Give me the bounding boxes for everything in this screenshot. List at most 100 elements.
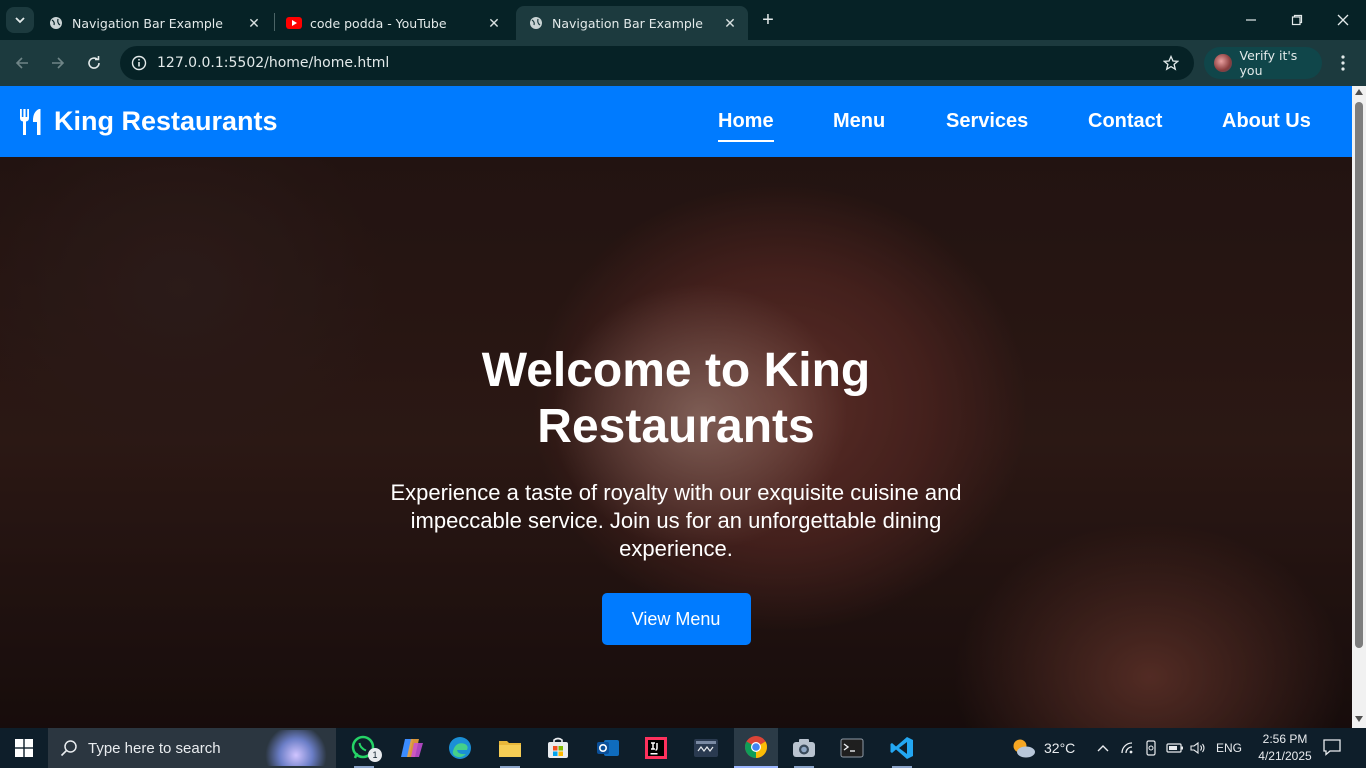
hero-title: Welcome to King Restaurants xyxy=(481,344,871,453)
nav-link-menu[interactable]: Menu xyxy=(833,110,885,133)
clock-time: 2:56 PM xyxy=(1262,732,1308,746)
nav-link-services[interactable]: Services xyxy=(946,110,1028,133)
copilot-taskbar-app[interactable] xyxy=(392,732,432,764)
hero-content: Welcome to King Restaurants Experience a… xyxy=(376,343,976,645)
verify-label: Verify it's you xyxy=(1239,48,1298,78)
clock-date: 4/21/2025 xyxy=(1258,749,1312,763)
intellij-taskbar-app[interactable] xyxy=(636,732,676,764)
search-placeholder: Type here to search xyxy=(88,739,221,757)
wifi-icon[interactable] xyxy=(1120,741,1136,755)
taskbar-search[interactable]: Type here to search xyxy=(48,728,336,768)
chrome-taskbar-app[interactable] xyxy=(734,728,778,768)
page-viewport: King Restaurants Home Menu Services Cont… xyxy=(0,86,1366,728)
chrome-icon xyxy=(745,736,767,758)
browser-tab[interactable]: code podda - YouTube ✕ xyxy=(274,6,512,40)
restore-button[interactable] xyxy=(1274,0,1320,40)
scrollbar-thumb[interactable] xyxy=(1355,102,1363,648)
page-scrollbar[interactable] xyxy=(1352,86,1366,728)
nav-link-home[interactable]: Home xyxy=(718,110,774,142)
minimize-icon xyxy=(1246,19,1256,21)
weather-temperature: 32°C xyxy=(1044,740,1076,756)
chevron-down-icon xyxy=(15,17,25,24)
youtube-icon xyxy=(286,15,302,31)
volume-icon[interactable] xyxy=(1190,741,1206,755)
tab-title: code podda - YouTube xyxy=(310,15,447,31)
arrow-left-icon xyxy=(15,57,28,69)
battery-icon[interactable] xyxy=(1166,742,1184,754)
folder-icon xyxy=(499,741,521,757)
close-icon[interactable]: ✕ xyxy=(244,13,264,33)
whatsapp-taskbar-app[interactable]: 1 xyxy=(344,732,384,768)
mysql-workbench-taskbar-app[interactable] xyxy=(686,732,726,764)
forward-button[interactable] xyxy=(45,50,71,76)
search-highlight-image xyxy=(264,730,328,766)
outlook-icon xyxy=(597,740,619,756)
nav-links: Home Menu Services Contact About Us xyxy=(0,110,1352,150)
tab-title: Navigation Bar Example xyxy=(72,15,223,31)
info-icon[interactable] xyxy=(130,54,148,72)
tab-search-button[interactable] xyxy=(6,7,34,33)
nav-link-contact[interactable]: Contact xyxy=(1088,110,1162,133)
browser-toolbar: 127.0.0.1:5502/home/home.html Verify it'… xyxy=(0,40,1366,86)
browser-tab[interactable]: Navigation Bar Example ✕ xyxy=(36,6,272,40)
phone-link-icon[interactable] xyxy=(1144,740,1158,756)
minimize-button[interactable] xyxy=(1228,0,1274,40)
taskbar-clock[interactable]: 2:56 PM 4/21/2025 xyxy=(1252,731,1318,765)
tab-title: Navigation Bar Example xyxy=(552,15,703,31)
bookmark-star-icon[interactable] xyxy=(1162,54,1180,72)
close-window-button[interactable] xyxy=(1320,0,1366,40)
terminal-icon xyxy=(840,738,864,758)
site-navbar: King Restaurants Home Menu Services Cont… xyxy=(0,86,1352,157)
close-icon[interactable]: ✕ xyxy=(720,13,740,33)
input-language[interactable]: ENG xyxy=(1216,741,1242,755)
file-explorer-taskbar-app[interactable] xyxy=(490,732,530,768)
intellij-icon xyxy=(645,737,667,759)
reload-icon xyxy=(88,56,100,69)
windows-logo-icon xyxy=(15,739,33,757)
more-menu-icon[interactable] xyxy=(1332,52,1354,74)
avatar xyxy=(1214,54,1232,72)
edge-icon xyxy=(449,737,471,759)
globe-icon xyxy=(528,15,544,31)
store-taskbar-app[interactable] xyxy=(538,732,578,764)
vscode-taskbar-app[interactable] xyxy=(882,732,922,768)
notification-badge: 1 xyxy=(368,748,382,762)
scroll-up-arrow-icon[interactable] xyxy=(1355,89,1363,95)
url-text[interactable]: 127.0.0.1:5502/home/home.html xyxy=(157,55,389,71)
globe-icon xyxy=(48,15,64,31)
hero-section: Welcome to King Restaurants Experience a… xyxy=(0,157,1352,728)
outlook-taskbar-app[interactable] xyxy=(588,732,628,764)
hero-description: Experience a taste of royalty with our e… xyxy=(390,480,962,561)
chevron-up-icon[interactable] xyxy=(1096,741,1110,755)
browser-tab-active[interactable]: Navigation Bar Example ✕ xyxy=(516,6,748,40)
new-tab-button[interactable]: + xyxy=(756,9,780,31)
search-icon xyxy=(60,740,77,757)
restore-icon xyxy=(1291,14,1303,26)
system-tray: ENG xyxy=(1096,728,1242,768)
terminal-taskbar-app[interactable] xyxy=(832,732,872,764)
verify-identity-button[interactable]: Verify it's you xyxy=(1204,47,1322,79)
mysql-icon xyxy=(694,739,718,757)
copilot-icon xyxy=(401,739,423,757)
camera-taskbar-app[interactable] xyxy=(784,732,824,768)
back-button[interactable] xyxy=(9,50,35,76)
arrow-right-icon xyxy=(52,57,65,69)
view-menu-button[interactable]: View Menu xyxy=(601,593,751,645)
windows-taskbar: Type here to search 1 32°C ENG 2:56 PM 4… xyxy=(0,728,1366,768)
vscode-icon xyxy=(890,737,913,759)
address-bar[interactable]: 127.0.0.1:5502/home/home.html xyxy=(120,46,1194,80)
close-icon[interactable]: ✕ xyxy=(484,13,504,33)
camera-icon xyxy=(793,739,815,757)
start-button[interactable] xyxy=(0,728,48,768)
nav-link-about-us[interactable]: About Us xyxy=(1222,110,1311,133)
notification-icon xyxy=(1323,739,1341,756)
notification-center-button[interactable] xyxy=(1322,737,1344,759)
microsoft-store-icon xyxy=(548,737,568,758)
edge-taskbar-app[interactable] xyxy=(440,732,480,764)
scroll-down-arrow-icon[interactable] xyxy=(1355,716,1363,722)
reload-button[interactable] xyxy=(81,50,107,76)
tab-strip: Navigation Bar Example ✕ code podda - Yo… xyxy=(0,0,1366,40)
weather-partly-cloudy-icon xyxy=(1013,739,1035,758)
weather-widget[interactable]: 32°C xyxy=(1010,728,1075,768)
close-icon xyxy=(1337,14,1349,26)
